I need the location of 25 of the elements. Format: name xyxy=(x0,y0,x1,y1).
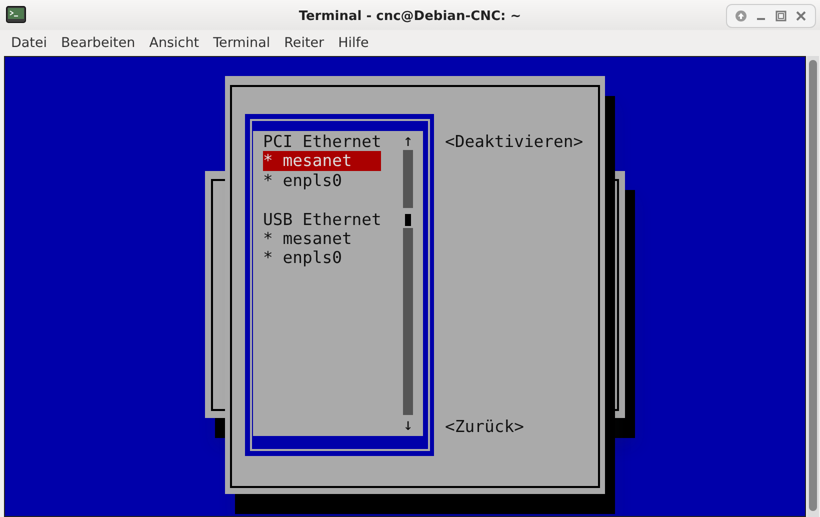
list-item[interactable]: * enpls0 xyxy=(263,170,382,190)
scroll-down-arrow[interactable]: ↓ xyxy=(403,415,413,434)
deactivate-button[interactable]: <Deaktivieren> xyxy=(445,132,584,151)
list-item[interactable]: * mesanet xyxy=(263,151,382,171)
close-icon[interactable] xyxy=(795,10,807,22)
section-heading: PCI Ethernet xyxy=(263,132,382,151)
maximize-icon[interactable] xyxy=(775,10,787,22)
terminal-icon xyxy=(6,6,26,23)
scroll-thumb[interactable] xyxy=(405,214,411,226)
window-title: Terminal - cnc@Debian-CNC: ~ xyxy=(298,9,522,24)
menu-item[interactable]: Reiter xyxy=(277,32,332,54)
menu-item[interactable]: Datei xyxy=(4,32,54,54)
arrow-up-icon[interactable] xyxy=(735,10,747,22)
scroll-track[interactable] xyxy=(403,150,413,208)
scroll-track[interactable] xyxy=(403,228,413,415)
menu-item[interactable]: Hilfe xyxy=(331,32,376,54)
back-button[interactable]: <Zurück> xyxy=(445,417,524,436)
list-item[interactable]: * mesanet xyxy=(263,229,382,248)
menu-item[interactable]: Bearbeiten xyxy=(54,32,142,54)
list-item[interactable]: * enpls0 xyxy=(263,248,382,268)
scroll-up-arrow[interactable]: ↑ xyxy=(403,131,413,150)
menu-item[interactable]: Terminal xyxy=(206,32,278,54)
menu-item[interactable]: Ansicht xyxy=(142,32,206,54)
section-heading: USB Ethernet xyxy=(263,210,382,229)
scrollbar[interactable] xyxy=(807,56,819,517)
